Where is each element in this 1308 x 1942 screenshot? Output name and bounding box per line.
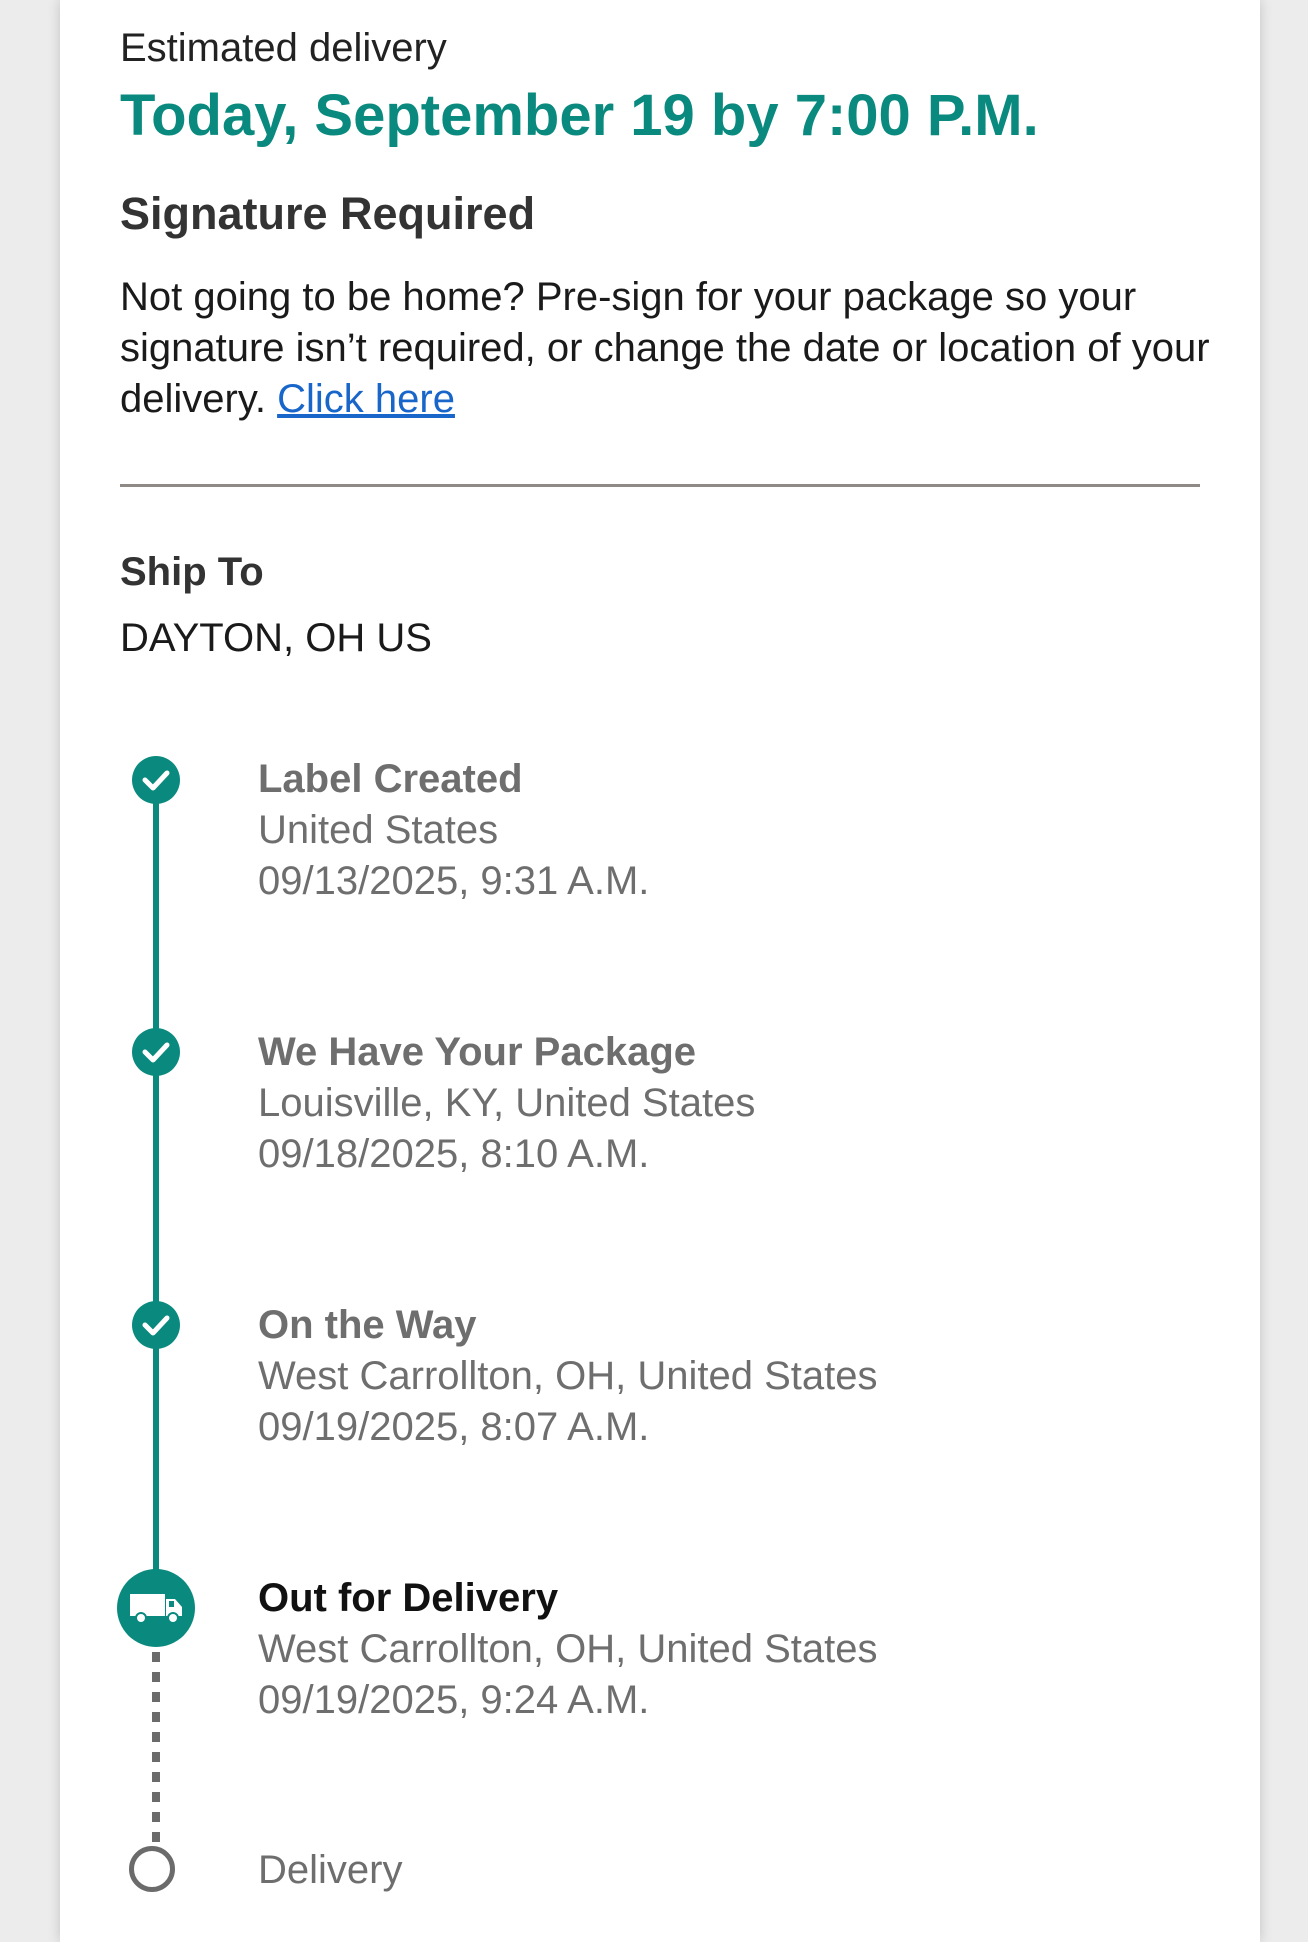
timeline-event: We Have Your Package Louisville, KY, Uni…	[258, 1027, 1158, 1180]
ship-to-label: Ship To	[120, 550, 264, 594]
check-circle-icon	[132, 1301, 180, 1349]
signature-required-title: Signature Required	[120, 188, 536, 239]
check-circle-icon	[132, 1028, 180, 1076]
tracking-card: Estimated delivery Today, September 19 b…	[60, 0, 1260, 1942]
timeline-event: On the Way West Carrollton, OH, United S…	[258, 1300, 1158, 1453]
event-title: Label Created	[258, 757, 523, 801]
timeline-pending-line	[152, 1652, 160, 1842]
timeline-progress-line	[153, 780, 159, 1580]
section-divider	[120, 484, 1200, 487]
event-location: Louisville, KY, United States	[258, 1081, 756, 1125]
timeline-pending-step: Delivery	[258, 1848, 403, 1892]
signature-info-text: Not going to be home? Pre-sign for your …	[120, 272, 1220, 425]
event-title: On the Way	[258, 1303, 477, 1347]
event-datetime: 09/18/2025, 8:10 A.M.	[258, 1132, 650, 1176]
event-location: West Carrollton, OH, United States	[258, 1354, 878, 1398]
ship-to-address: DAYTON, OH US	[120, 616, 432, 660]
estimated-delivery-label: Estimated delivery	[120, 26, 447, 70]
timeline-event: Label Created United States 09/13/2025, …	[258, 754, 1158, 907]
event-location: West Carrollton, OH, United States	[258, 1627, 878, 1671]
event-datetime: 09/19/2025, 8:07 A.M.	[258, 1405, 650, 1449]
timeline-event-current: Out for Delivery West Carrollton, OH, Un…	[258, 1573, 1158, 1726]
estimated-delivery-date: Today, September 19 by 7:00 P.M.	[120, 83, 1039, 148]
event-datetime: 09/19/2025, 9:24 A.M.	[258, 1678, 650, 1722]
empty-circle-icon	[129, 1846, 175, 1892]
event-title: We Have Your Package	[258, 1030, 697, 1074]
truck-icon	[117, 1569, 195, 1647]
event-title: Out for Delivery	[258, 1576, 559, 1620]
click-here-link[interactable]: Click here	[277, 377, 455, 421]
event-datetime: 09/13/2025, 9:31 A.M.	[258, 859, 650, 903]
check-circle-icon	[132, 756, 180, 804]
event-location: United States	[258, 808, 499, 852]
